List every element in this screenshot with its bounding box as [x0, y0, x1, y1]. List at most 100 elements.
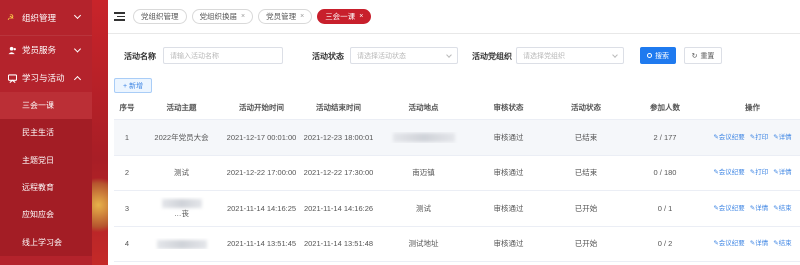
- sidebar-item-org-management[interactable]: ☭ 组织管理: [0, 0, 92, 36]
- reset-button-label: 重置: [700, 52, 715, 60]
- cell-audit: 审核通过: [493, 203, 524, 213]
- column-header: 活动结束时间: [316, 103, 361, 112]
- close-icon[interactable]: ×: [241, 13, 245, 20]
- cell-place: 测试: [416, 203, 431, 213]
- cell-status: 已开始: [574, 203, 598, 213]
- print-link[interactable]: ✎打印: [750, 167, 768, 178]
- end-link[interactable]: ✎结束: [773, 203, 791, 214]
- detail-link[interactable]: ✎详情: [750, 203, 768, 214]
- tab-label: 党组织管理: [141, 12, 179, 21]
- cell-end: 2021-11-14 14:16:26: [303, 203, 374, 213]
- sidebar-subitem-three-meetings[interactable]: 三会一课: [0, 92, 92, 120]
- column-header: 审核状态: [493, 103, 524, 112]
- close-icon[interactable]: ×: [300, 13, 304, 20]
- cell-end: 2021-11-14 13:51:48: [303, 239, 374, 249]
- end-link-label: 结束: [778, 204, 792, 212]
- close-icon[interactable]: ×: [359, 13, 363, 20]
- print-link-label: 打印: [755, 169, 769, 177]
- detail-link[interactable]: ✎详情: [773, 132, 791, 143]
- redaction-blur: [161, 198, 202, 208]
- tab-org-election[interactable]: 党组织换届 ×: [191, 9, 254, 24]
- chevron-down-icon: [612, 52, 618, 58]
- cell-actions: ✎会议纪要 ✎打印 ✎详情: [705, 167, 800, 178]
- minutes-link[interactable]: ✎会议纪要: [713, 167, 744, 178]
- sidebar-item-label: 党员服务: [22, 45, 57, 55]
- activity-org-label: 活动党组织: [472, 52, 512, 61]
- sidebar-subitem-label: 主题党日: [22, 155, 54, 165]
- cell-actions: ✎会议纪要 ✎详情 ✎结束: [705, 203, 800, 214]
- table-row[interactable]: 2 测试 2021-12-22 17:00:00 2021-12-22 17:3…: [114, 156, 800, 191]
- sidebar-item-label: 组织管理: [22, 12, 57, 23]
- cell-start: 2021-11-14 14:16:25: [226, 203, 297, 213]
- sidebar-decoration: [92, 0, 108, 265]
- cell-place: 南迈镇: [412, 168, 435, 178]
- table-row[interactable]: 1 2022年党员大会 2021-12-17 00:01:00 2021-12-…: [114, 120, 800, 156]
- cell-actions: ✎会议纪要 ✎打印 ✎详情: [705, 132, 800, 143]
- cell-end: 2021-12-22 17:30:00: [303, 168, 374, 178]
- minutes-link-label: 会议纪要: [718, 204, 745, 212]
- sidebar-subitem-theme-day[interactable]: 主题党日: [0, 147, 92, 174]
- cell-audit: 审核通过: [493, 132, 524, 142]
- placeholder: 请输入活动名称: [170, 52, 219, 60]
- emblem-decoration: [92, 170, 108, 240]
- sidebar-subitem-online-study[interactable]: 线上学习会: [0, 228, 92, 255]
- activity-name-input[interactable]: 请输入活动名称: [163, 47, 283, 64]
- cell-no: 2: [124, 168, 130, 178]
- chevron-down-icon: [73, 11, 82, 20]
- minutes-link[interactable]: ✎会议纪要: [713, 203, 744, 214]
- sidebar-subitem-label: 应知应会: [22, 210, 54, 220]
- sidebar-subitem-knowledge[interactable]: 应知应会: [0, 201, 92, 228]
- end-link[interactable]: ✎结束: [773, 238, 791, 249]
- tab-label: 三会一课: [325, 12, 356, 21]
- chevron-up-icon: [73, 75, 82, 84]
- redaction-blur: [156, 239, 207, 249]
- activity-status-label: 活动状态: [312, 52, 344, 61]
- activity-status-select[interactable]: 请选择活动状态: [350, 47, 458, 64]
- activity-org-select[interactable]: 请选择党组织: [516, 47, 624, 64]
- sidebar-subitem-democratic-life[interactable]: 民主生活: [0, 119, 92, 146]
- sidebar-subitem-remote-education[interactable]: 远程教育: [0, 174, 92, 201]
- column-header: 序号: [119, 103, 135, 112]
- chevron-down-icon: [446, 52, 452, 58]
- main-panel: 活动名称 请输入活动名称 活动状态 请选择活动状态 活动党组织 请选择党组织 搜…: [108, 34, 800, 265]
- add-button[interactable]: + 新增: [114, 78, 152, 93]
- search-button[interactable]: 搜索: [640, 47, 676, 64]
- detail-link-label: 详情: [755, 240, 769, 248]
- menu-toggle-icon[interactable]: [114, 12, 125, 21]
- cell-count: 0 / 2: [657, 239, 673, 249]
- redaction-blur: [392, 133, 455, 143]
- filter-bar: 活动名称 请输入活动名称 活动状态 请选择活动状态 活动党组织 请选择党组织 搜…: [108, 44, 800, 68]
- reset-button[interactable]: ↻ 重置: [684, 47, 722, 64]
- sidebar-item-study-activity[interactable]: 学习与活动: [0, 64, 92, 92]
- sidebar-item-member-service[interactable]: 党员服务: [0, 36, 92, 64]
- detail-link[interactable]: ✎详情: [750, 238, 768, 249]
- add-button-label: + 新增: [122, 82, 144, 90]
- column-header: 参加人数: [650, 103, 680, 112]
- placeholder: 请选择活动状态: [357, 52, 406, 60]
- print-link[interactable]: ✎打印: [750, 132, 768, 143]
- minutes-link[interactable]: ✎会议纪要: [713, 132, 744, 143]
- tab-three-meetings[interactable]: 三会一课 ×: [317, 9, 372, 24]
- minutes-link[interactable]: ✎会议纪要: [713, 238, 744, 249]
- tab-org-management[interactable]: 党组织管理: [133, 9, 187, 24]
- search-button-label: 搜索: [655, 52, 669, 60]
- placeholder: 请选择党组织: [523, 52, 565, 60]
- cell-audit: 审核通过: [493, 168, 524, 178]
- cell-title: 2022年党员大会: [154, 132, 209, 142]
- sidebar-subitem-label: 线上学习会: [22, 237, 62, 247]
- cell-no: 1: [124, 132, 130, 142]
- tab-label: 党员管理: [266, 12, 297, 21]
- cell-status: 已结束: [574, 132, 598, 142]
- tags-bar: 党组织管理 党组织换届 × 党员管理 × 三会一课 ×: [108, 0, 800, 34]
- chevron-down-icon: [73, 45, 82, 53]
- cell-title-redacted: [140, 238, 223, 249]
- table-row[interactable]: 4 2021-11-14 13:51:45 2021-11-14 13:51:4…: [114, 227, 800, 262]
- table-row[interactable]: 3 …丧 2021-11-14 14:16:25 2021-11-14 14:1…: [114, 191, 800, 227]
- cell-no: 4: [124, 239, 130, 249]
- activity-name-label: 活动名称: [124, 52, 156, 61]
- print-link-label: 打印: [755, 133, 769, 141]
- detail-link[interactable]: ✎详情: [773, 167, 791, 178]
- tab-member-management[interactable]: 党员管理 ×: [258, 9, 313, 24]
- tab-label: 党组织换届: [199, 12, 238, 21]
- cell-title: 测试: [174, 168, 189, 178]
